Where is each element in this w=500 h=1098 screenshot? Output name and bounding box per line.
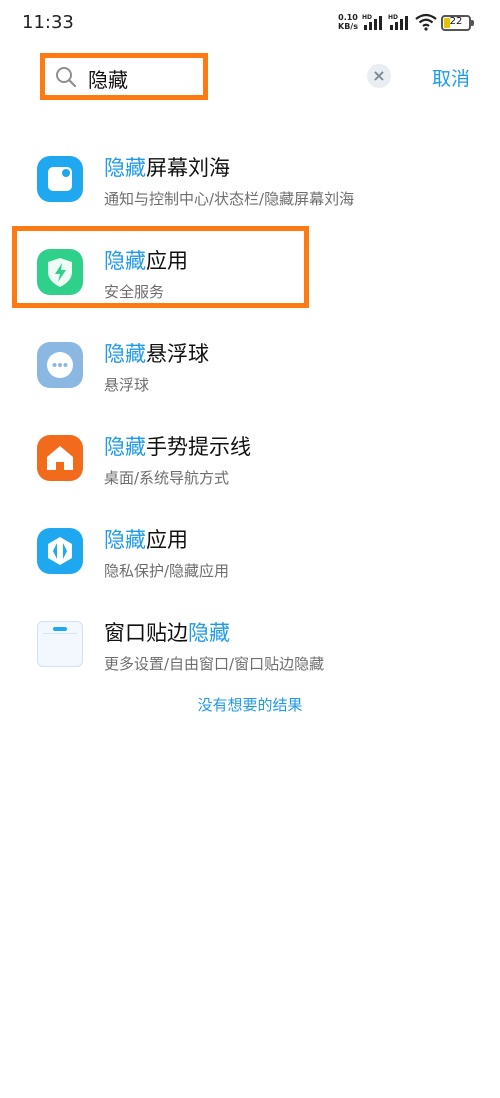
signal-2-hd-label: HD xyxy=(388,14,398,21)
result-item[interactable]: 隐藏屏幕刘海 通知与控制中心/状态栏/隐藏屏幕刘海 xyxy=(0,150,500,220)
result-item[interactable]: 隐藏手势提示线 桌面/系统导航方式 xyxy=(0,429,500,499)
status-time: 11:33 xyxy=(22,12,74,33)
window-icon xyxy=(37,621,83,667)
result-subtitle: 桌面/系统导航方式 xyxy=(104,469,230,487)
floating-ball-icon xyxy=(37,342,83,388)
result-subtitle: 隐私保护/隐藏应用 xyxy=(104,562,230,580)
battery-icon: 22 xyxy=(441,15,474,31)
home-icon xyxy=(37,435,83,481)
battery-level: 22 xyxy=(449,16,463,27)
highlight-box xyxy=(12,226,309,308)
no-result-link[interactable]: 没有想要的结果 xyxy=(0,694,500,715)
net-speed-value: 0.10 xyxy=(338,13,358,22)
result-title: 隐藏屏幕刘海 xyxy=(104,156,230,180)
result-subtitle: 更多设置/自由窗口/窗口贴边隐藏 xyxy=(104,655,325,673)
status-bar: 11:33 0.10 KB/s HD HD 22 xyxy=(0,0,500,48)
search-icon xyxy=(56,67,77,88)
clear-search-button[interactable]: × xyxy=(367,64,391,88)
search-input[interactable]: 隐藏 xyxy=(88,64,198,93)
signal-hd-label: HD xyxy=(362,14,372,21)
wifi-icon xyxy=(415,13,437,31)
result-subtitle: 通知与控制中心/状态栏/隐藏屏幕刘海 xyxy=(104,190,355,208)
result-item[interactable]: 隐藏应用 隐私保护/隐藏应用 xyxy=(0,522,500,592)
net-speed: 0.10 KB/s xyxy=(336,13,360,31)
signal-strength-icon: HD xyxy=(362,14,382,30)
net-speed-unit: KB/s xyxy=(338,22,358,31)
result-item[interactable]: 窗口贴边隐藏 更多设置/自由窗口/窗口贴边隐藏 xyxy=(0,615,500,685)
result-title: 隐藏悬浮球 xyxy=(104,342,209,366)
signal-strength-2-icon: HD xyxy=(388,14,408,30)
result-title: 隐藏应用 xyxy=(104,528,188,552)
cancel-button[interactable]: 取消 xyxy=(432,64,470,91)
result-title: 窗口贴边隐藏 xyxy=(104,621,230,645)
result-subtitle: 悬浮球 xyxy=(104,376,150,394)
privacy-icon xyxy=(37,528,83,574)
notch-icon xyxy=(37,156,83,202)
result-item[interactable]: 隐藏悬浮球 悬浮球 xyxy=(0,336,500,406)
result-title: 隐藏手势提示线 xyxy=(104,435,251,459)
